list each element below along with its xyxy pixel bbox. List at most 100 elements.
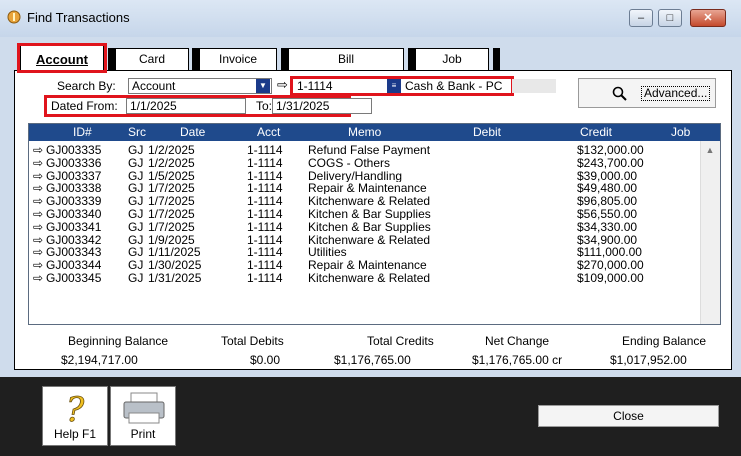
tab-bill[interactable]: Bill xyxy=(288,48,404,70)
row-arrow-icon[interactable]: ⇨ xyxy=(33,259,43,271)
cell-id: GJ003336 xyxy=(46,156,102,169)
tab-job-label: Job xyxy=(442,52,462,66)
net-change-value: $1,176,765.00 cr xyxy=(472,353,563,367)
table-row[interactable]: ⇨ GJ003335 GJ 1/2/2025 1-1114 Refund False Pa… xyxy=(29,144,701,156)
close-button[interactable]: Close xyxy=(538,405,719,427)
account-number[interactable]: 1-1114 xyxy=(297,79,333,93)
cell-acct: 1-1114 xyxy=(247,259,283,272)
table-row[interactable]: ⇨ GJ003340 GJ 1/7/2025 1-1114 Kitchen & Bar S… xyxy=(29,208,701,220)
row-arrow-icon[interactable]: ⇨ xyxy=(33,208,43,220)
cell-credit: $39,000.00 xyxy=(577,169,638,182)
help-label: Help F1 xyxy=(53,427,97,441)
help-button[interactable]: ? Help F1 xyxy=(42,386,108,446)
search-by-value: Account xyxy=(132,79,176,93)
transactions-table: ID# Src Date Acct Memo Debit Credit Job … xyxy=(28,123,721,325)
col-debit[interactable]: Debit xyxy=(473,125,501,139)
row-arrow-icon[interactable]: ⇨ xyxy=(33,221,43,233)
table-row[interactable]: ⇨ GJ003338 GJ 1/7/2025 1-1114 Repair & Mainte… xyxy=(29,182,701,194)
cell-src: GJ xyxy=(128,233,144,246)
account-name-overflow xyxy=(512,79,556,93)
table-row[interactable]: ⇨ GJ003341 GJ 1/7/2025 1-1114 Kitchen & Bar S… xyxy=(29,221,701,233)
total-debits-value: $0.00 xyxy=(250,353,281,367)
cell-src: GJ xyxy=(128,156,144,169)
tab-job[interactable]: Job xyxy=(415,48,489,70)
table-row[interactable]: ⇨ GJ003342 GJ 1/9/2025 1-1114 Kitchenware & R… xyxy=(29,234,701,246)
account-name: Cash & Bank - PC xyxy=(405,79,503,93)
tab-account[interactable]: Account xyxy=(20,45,104,72)
cell-credit: $132,000.00 xyxy=(577,144,644,156)
table-row[interactable]: ⇨ GJ003343 GJ 1/11/2025 1-1114 Utilities $111,… xyxy=(29,246,701,258)
table-row[interactable]: ⇨ GJ003336 GJ 1/2/2025 1-1114 COGS - Others $2… xyxy=(29,157,701,169)
row-arrow-icon[interactable]: ⇨ xyxy=(33,272,43,284)
close-window-button[interactable]: ✕ xyxy=(690,9,726,27)
cell-acct: 1-1114 xyxy=(247,272,283,284)
table-row[interactable]: ⇨ GJ003345 GJ 1/31/2025 1-1114 Kitchenware & … xyxy=(29,272,701,284)
cell-id: GJ003337 xyxy=(46,169,102,182)
tab-divider xyxy=(108,48,115,70)
cell-src: GJ xyxy=(128,246,144,259)
cell-id: GJ003335 xyxy=(46,144,102,156)
minimize-button[interactable]: – xyxy=(629,9,653,27)
tab-card[interactable]: Card xyxy=(115,48,189,70)
window-title: Find Transactions xyxy=(27,10,130,25)
maximize-button[interactable]: □ xyxy=(658,9,682,27)
cell-memo: Delivery/Handling xyxy=(308,169,403,182)
cell-id: GJ003344 xyxy=(46,259,102,272)
cell-date: 1/7/2025 xyxy=(148,195,195,208)
col-date[interactable]: Date xyxy=(180,125,205,139)
col-job[interactable]: Job xyxy=(671,125,690,139)
cell-date: 1/5/2025 xyxy=(148,169,195,182)
cell-acct: 1-1114 xyxy=(247,144,283,156)
to-date-input[interactable]: 1/31/2025 xyxy=(272,98,372,114)
col-acct[interactable]: Acct xyxy=(257,125,280,139)
row-arrow-icon[interactable]: ⇨ xyxy=(33,182,43,194)
cell-memo: Kitchen & Bar Supplies xyxy=(308,208,431,220)
cell-src: GJ xyxy=(128,272,144,284)
cell-src: GJ xyxy=(128,144,144,156)
search-by-label: Search By: xyxy=(57,79,116,93)
col-id[interactable]: ID# xyxy=(73,125,92,139)
table-row[interactable]: ⇨ GJ003337 GJ 1/5/2025 1-1114 Delivery/Handli… xyxy=(29,170,701,182)
row-arrow-icon[interactable]: ⇨ xyxy=(33,195,43,207)
tab-divider xyxy=(493,48,500,70)
row-arrow-icon[interactable]: ⇨ xyxy=(33,246,43,258)
cell-credit: $109,000.00 xyxy=(577,272,644,284)
advanced-button[interactable]: Advanced... xyxy=(578,78,716,108)
dated-from-input[interactable]: 1/1/2025 xyxy=(126,98,246,114)
total-credits-label: Total Credits xyxy=(367,334,434,348)
title-bar: Find Transactions – □ ✕ xyxy=(0,0,741,37)
cell-src: GJ xyxy=(128,182,144,195)
chevron-down-icon[interactable]: ▼ xyxy=(256,79,270,93)
cell-memo: Repair & Maintenance xyxy=(308,182,427,195)
cell-acct: 1-1114 xyxy=(247,246,283,259)
row-arrow-icon[interactable]: ⇨ xyxy=(33,170,43,182)
cell-id: GJ003342 xyxy=(46,233,102,246)
list-icon[interactable]: ≡ xyxy=(387,79,401,93)
table-row[interactable]: ⇨ GJ003339 GJ 1/7/2025 1-1114 Kitchenware & R… xyxy=(29,195,701,207)
tab-account-label: Account xyxy=(36,52,88,67)
search-by-select[interactable]: Account xyxy=(128,78,272,94)
tab-invoice[interactable]: Invoice xyxy=(199,48,277,70)
scroll-up-icon[interactable]: ▲ xyxy=(704,145,716,157)
dated-from-value: 1/1/2025 xyxy=(130,99,177,113)
cell-credit: $96,805.00 xyxy=(577,195,638,208)
col-credit[interactable]: Credit xyxy=(580,125,612,139)
row-arrow-icon[interactable]: ⇨ xyxy=(33,144,43,156)
app-icon xyxy=(7,10,21,24)
cell-date: 1/11/2025 xyxy=(148,246,201,259)
cell-date: 1/30/2025 xyxy=(148,259,202,272)
cell-src: GJ xyxy=(128,195,144,208)
row-arrow-icon[interactable]: ⇨ xyxy=(33,234,43,246)
tab-divider xyxy=(192,48,199,70)
print-button[interactable]: Print xyxy=(110,386,176,446)
cell-id: GJ003338 xyxy=(46,182,102,195)
col-src[interactable]: Src xyxy=(128,125,146,139)
row-arrow-icon[interactable]: ⇨ xyxy=(33,157,43,169)
print-label: Print xyxy=(130,427,156,441)
cell-credit: $270,000.00 xyxy=(577,259,644,272)
vertical-scrollbar[interactable]: ▲ xyxy=(700,141,720,324)
total-debits-label: Total Debits xyxy=(221,334,284,348)
table-row[interactable]: ⇨ GJ003344 GJ 1/30/2025 1-1114 Repair & Maint… xyxy=(29,259,701,271)
col-memo[interactable]: Memo xyxy=(348,125,381,139)
cell-memo: Kitchenware & Related xyxy=(308,272,431,284)
